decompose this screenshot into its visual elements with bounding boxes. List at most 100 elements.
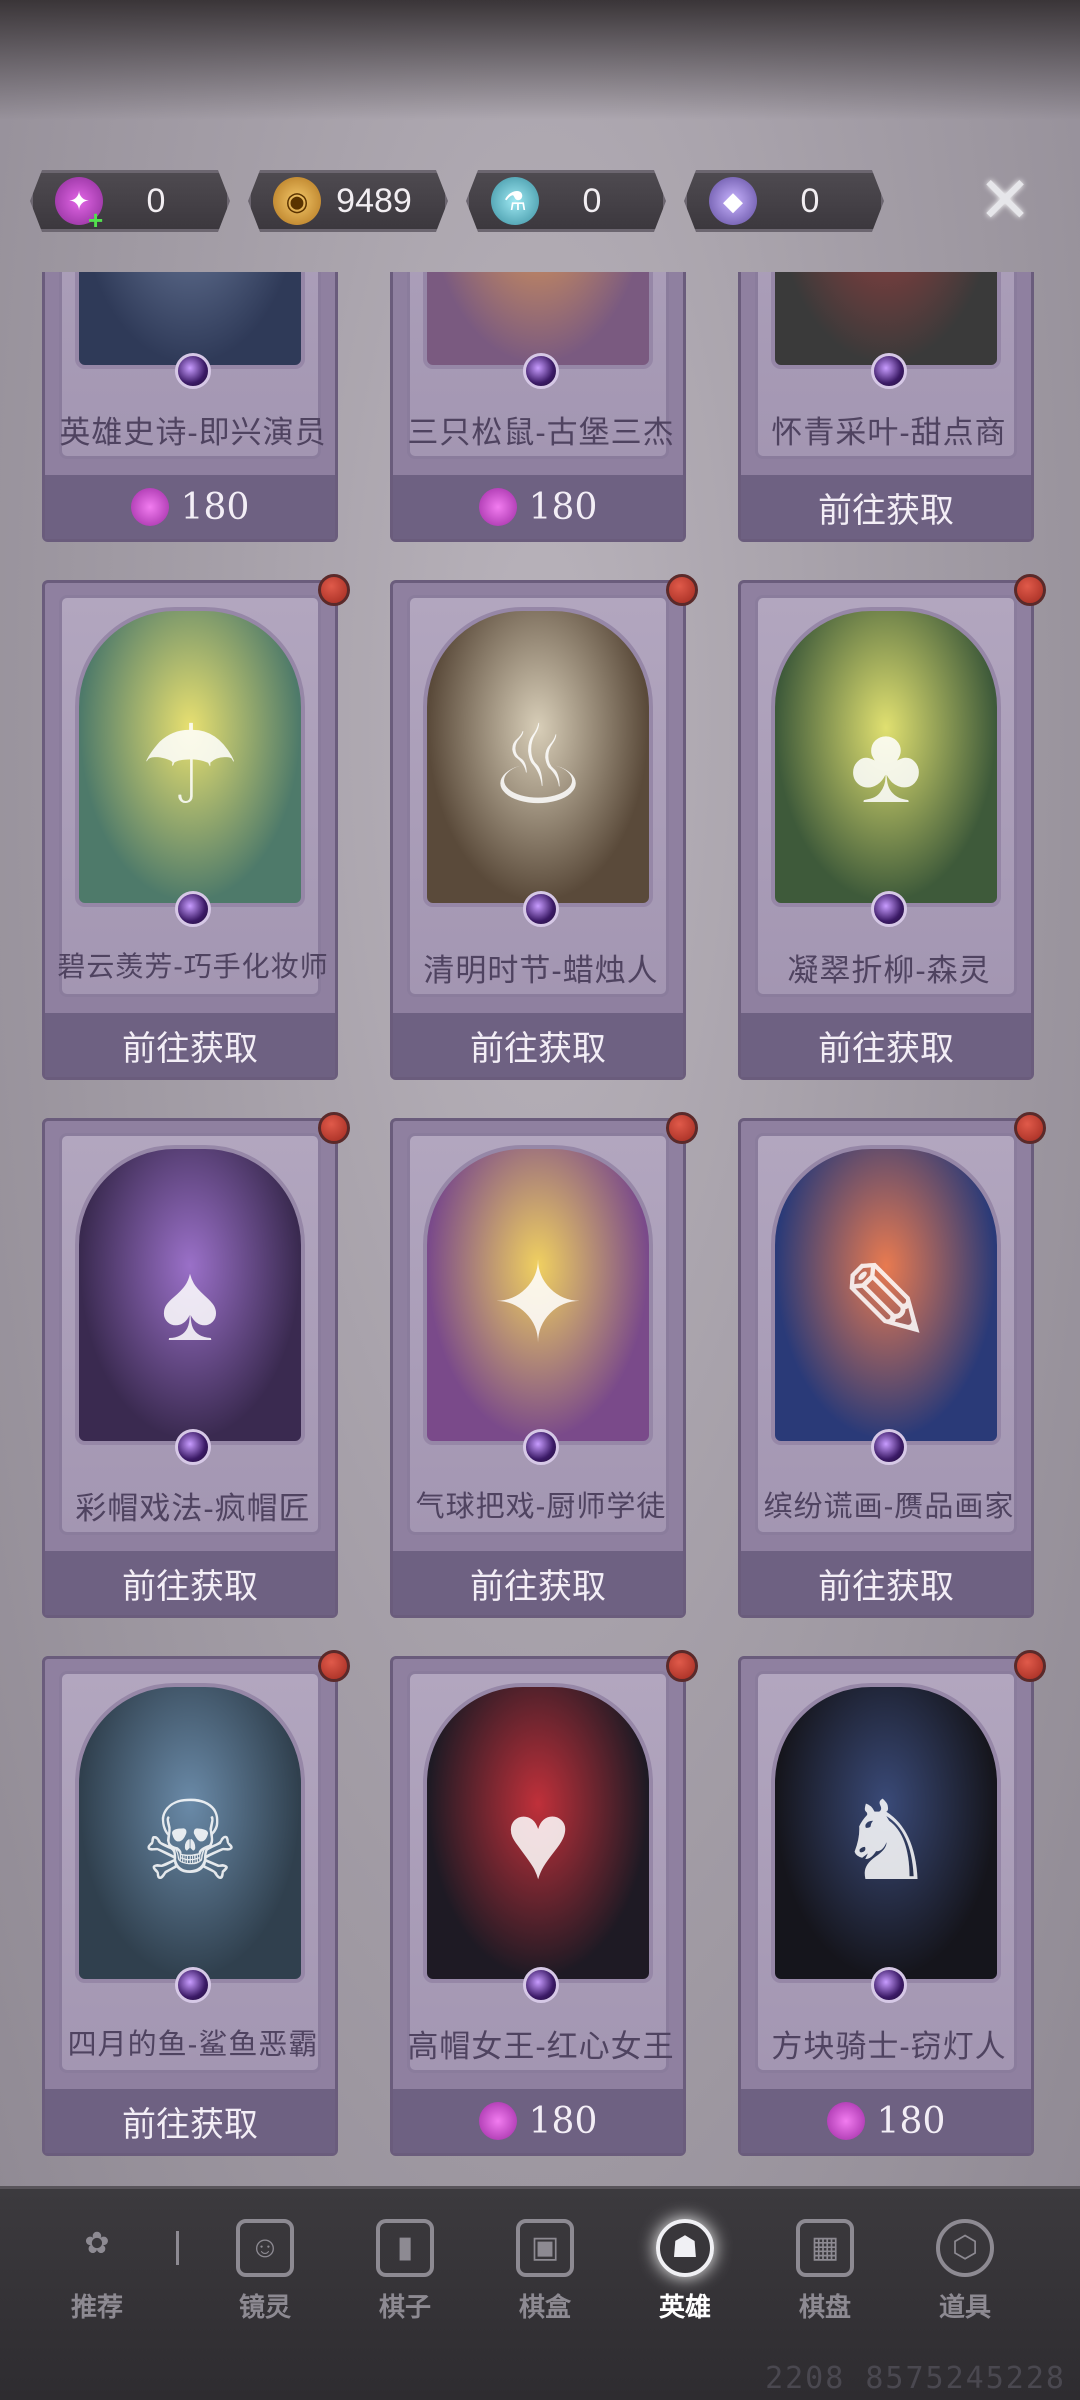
new-badge-dot [1014, 574, 1046, 606]
nav-chessboard[interactable]: ▦ 棋盘 [770, 2219, 880, 2339]
rarity-orb-icon [175, 1429, 211, 1465]
rarity-orb-icon [871, 353, 907, 389]
nav-divider [176, 2231, 179, 2265]
go-obtain-button[interactable]: 前往获取 [45, 2089, 335, 2153]
props-icon: ⬡ [936, 2219, 994, 2277]
rarity-orb-icon [871, 1429, 907, 1465]
chessboard-icon: ▦ [796, 2219, 854, 2277]
chess-box-icon: ▣ [516, 2219, 574, 2277]
nav-label: 镜灵 [238, 2292, 291, 2322]
go-obtain-button[interactable]: 前往获取 [393, 1551, 683, 1615]
hero-portrait: ♨ [423, 607, 653, 907]
chess-piece-icon: ▮ [376, 2219, 434, 2277]
hero-icon: ☗ [656, 2219, 714, 2277]
nav-chess-box[interactable]: ▣ 棋盒 [490, 2219, 600, 2339]
currency-candy[interactable]: ✦ + 0 [30, 170, 230, 232]
price: 180 [180, 486, 250, 528]
hero-portrait: ✎ [771, 1145, 1001, 1445]
hero-portrait: ☠ [75, 1683, 305, 1983]
hero-card[interactable]: ♠ 彩帽戏法-疯帽匠 前往获取 [42, 1118, 338, 1618]
currency-value: 0 [146, 181, 166, 220]
buy-button[interactable]: 180 [45, 475, 335, 539]
hero-card[interactable]: ♥ 高帽女王-红心女王 180 [390, 1656, 686, 2156]
go-obtain-button[interactable]: 前往获取 [741, 475, 1031, 539]
hero-card[interactable]: ☻ 三只松鼠-古堡三杰 180 [390, 272, 686, 542]
nav-mirror-spirit[interactable]: ☺ 镜灵 [210, 2219, 320, 2339]
currency-value: 0 [800, 181, 820, 220]
rarity-orb-icon [523, 1429, 559, 1465]
bottom-nav: ✿ 推荐 ☺ 镜灵 ▮ 棋子 ▣ 棋盒 ☗ 英雄 ▦ 棋盘 ⬡ 道具 2208 … [0, 2186, 1080, 2400]
candy-icon [130, 488, 169, 526]
watermark: 2208 8575245228 [765, 2361, 1066, 2396]
go-obtain-button[interactable]: 前往获取 [45, 1013, 335, 1077]
price: 180 [876, 2100, 946, 2142]
hero-grid[interactable]: ☺ 英雄史诗-即兴演员 180 ☻ 三只松鼠-古堡三杰 180 ☺ 怀青采叶-甜… [0, 272, 1080, 2186]
nav-chess-piece[interactable]: ▮ 棋子 [350, 2219, 460, 2339]
rarity-orb-icon [523, 1967, 559, 2003]
candy-icon [478, 488, 517, 526]
hero-name: 四月的鱼-鲨鱼恶霸 [67, 2029, 319, 2061]
go-obtain-button[interactable]: 前往获取 [45, 1551, 335, 1615]
hero-portrait: ✦ [423, 1145, 653, 1445]
currency-value: 0 [582, 181, 602, 220]
nav-label: 棋盒 [518, 2292, 571, 2322]
new-badge-dot [666, 1650, 698, 1682]
top-shade [0, 0, 1080, 120]
hero-name: 怀青采叶-甜点商 [771, 415, 1007, 450]
hero-portrait: ☂ [75, 607, 305, 907]
hero-card[interactable]: ☂ 碧云羡芳-巧手化妆师 前往获取 [42, 580, 338, 1080]
potion-icon: ⚗ [491, 177, 539, 225]
buy-button[interactable]: 180 [393, 2089, 683, 2153]
new-badge-dot [666, 1112, 698, 1144]
nav-label: 棋盘 [798, 2292, 851, 2322]
hero-name: 高帽女王-红心女王 [407, 2029, 675, 2064]
currency-pumpkin[interactable]: ◉ 9489 [248, 170, 448, 232]
hero-card[interactable]: ♣ 凝翠折柳-森灵 前往获取 [738, 580, 1034, 1080]
go-obtain-button[interactable]: 前往获取 [741, 1551, 1031, 1615]
hero-card[interactable]: ✦ 气球把戏-厨师学徒 前往获取 [390, 1118, 686, 1618]
rarity-orb-icon [175, 891, 211, 927]
hero-card[interactable]: ♨ 清明时节-蜡烛人 前往获取 [390, 580, 686, 1080]
currency-potion[interactable]: ⚗ 0 [466, 170, 666, 232]
go-obtain-button[interactable]: 前往获取 [741, 1013, 1031, 1077]
hero-card[interactable]: ☠ 四月的鱼-鲨鱼恶霸 前往获取 [42, 1656, 338, 2156]
price: 180 [528, 2100, 598, 2142]
rarity-orb-icon [871, 1967, 907, 2003]
go-obtain-button[interactable]: 前往获取 [393, 1013, 683, 1077]
buy-button[interactable]: 180 [393, 475, 683, 539]
candy-icon [478, 2102, 517, 2140]
hero-name: 彩帽戏法-疯帽匠 [75, 1491, 311, 1526]
mirror-spirit-icon: ☺ [236, 2219, 294, 2277]
nav-props[interactable]: ⬡ 道具 [910, 2219, 1020, 2339]
rarity-orb-icon [175, 353, 211, 389]
hero-name: 凝翠折柳-森灵 [787, 953, 991, 988]
hero-name: 英雄史诗-即兴演员 [59, 415, 327, 450]
currency-gem[interactable]: ◆ 0 [684, 170, 884, 232]
hero-card[interactable]: ☺ 怀青采叶-甜点商 前往获取 [738, 272, 1034, 542]
nav-hero[interactable]: ☗ 英雄 [630, 2219, 740, 2339]
hero-card[interactable]: ☺ 英雄史诗-即兴演员 180 [42, 272, 338, 542]
rarity-orb-icon [523, 353, 559, 389]
hero-card[interactable]: ✎ 缤纷谎画-赝品画家 前往获取 [738, 1118, 1034, 1618]
rarity-orb-icon [871, 891, 907, 927]
hero-card[interactable]: ♞ 方块骑士-窃灯人 180 [738, 1656, 1034, 2156]
new-badge-dot [1014, 1112, 1046, 1144]
recommend-icon: ✿ [84, 2227, 110, 2260]
pumpkin-coin-icon: ◉ [273, 177, 321, 225]
rarity-orb-icon [175, 1967, 211, 2003]
hero-portrait: ♞ [771, 1683, 1001, 1983]
candy-icon [826, 2102, 865, 2140]
close-icon[interactable]: ✕ [975, 168, 1035, 232]
hero-name: 碧云羡芳-巧手化妆师 [57, 951, 329, 982]
currency-value: 9489 [336, 181, 412, 220]
hero-portrait: ♣ [771, 607, 1001, 907]
nav-recommend[interactable]: ✿ 推荐 [42, 2219, 152, 2339]
hero-name: 方块骑士-窃灯人 [771, 2029, 1007, 2064]
hero-portrait: ♥ [423, 1683, 653, 1983]
nav-label: 英雄 [658, 2292, 711, 2322]
new-badge-dot [318, 1650, 350, 1682]
nav-label: 棋子 [378, 2292, 431, 2322]
hero-name: 清明时节-蜡烛人 [423, 953, 659, 988]
buy-button[interactable]: 180 [741, 2089, 1031, 2153]
hero-name: 缤纷谎画-赝品画家 [763, 1491, 1015, 1523]
